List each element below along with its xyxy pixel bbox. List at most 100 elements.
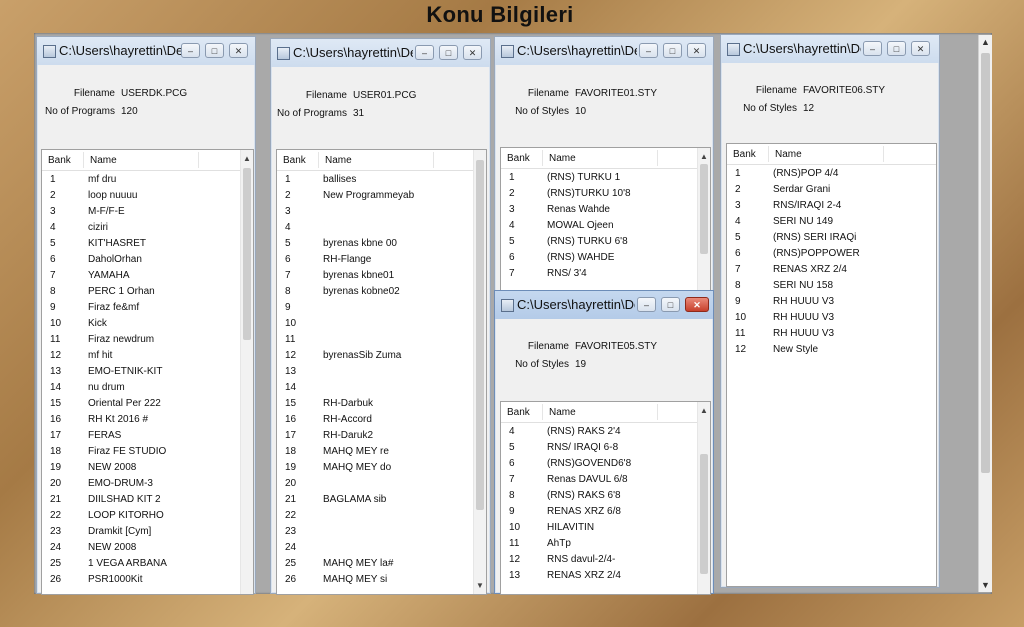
list-item[interactable]: 19 MAHQ MEY do bbox=[277, 460, 473, 476]
list-item[interactable]: 6 DaholOrhan bbox=[42, 252, 240, 268]
list-item[interactable]: 7 byrenas kbne01 bbox=[277, 268, 473, 284]
list-item[interactable]: 24 bbox=[277, 540, 473, 556]
list-item[interactable]: 3 bbox=[277, 204, 473, 220]
window-favorite01[interactable]: C:\Users\hayrettin\Deskt... – □ ✕ Filena… bbox=[494, 36, 714, 299]
list-item[interactable]: 2 New Programmeyab bbox=[277, 188, 473, 204]
list-item[interactable]: 6 (RNS)GOVEND6'8 bbox=[501, 456, 697, 472]
list-item[interactable]: 15 Oriental Per 222 bbox=[42, 396, 240, 412]
list-item[interactable]: 11 RH HUUU V3 bbox=[727, 326, 936, 342]
list-item[interactable]: 19 NEW 2008 bbox=[42, 460, 240, 476]
scroll-thumb[interactable] bbox=[243, 168, 251, 340]
scroll-thumb[interactable] bbox=[700, 454, 708, 574]
list-item[interactable]: 24 NEW 2008 bbox=[42, 540, 240, 556]
list-item[interactable]: 16 RH-Accord bbox=[277, 412, 473, 428]
list-item[interactable]: 5 RNS/ IRAQI 6-8 bbox=[501, 440, 697, 456]
list-item[interactable]: 5 KIT'HASRET bbox=[42, 236, 240, 252]
list-item[interactable]: 13 EMO-ETNIK-KIT bbox=[42, 364, 240, 380]
list-scrollbar[interactable]: ▲ bbox=[240, 150, 253, 594]
list-scrollbar[interactable]: ▲ bbox=[697, 402, 710, 594]
column-bank[interactable]: Bank bbox=[48, 155, 71, 166]
list-item[interactable]: 4 ciziri bbox=[42, 220, 240, 236]
scroll-thumb[interactable] bbox=[981, 53, 990, 473]
list-item[interactable]: 5 (RNS) TURKU 6'8 bbox=[501, 234, 697, 250]
minimize-button[interactable]: – bbox=[181, 43, 200, 58]
list-item[interactable]: 1 mf dru bbox=[42, 172, 240, 188]
list-item[interactable]: 13 bbox=[277, 364, 473, 380]
list-item[interactable]: 11 AhTp bbox=[501, 536, 697, 552]
close-button[interactable]: ✕ bbox=[685, 297, 709, 312]
list-item[interactable]: 8 SERI NU 158 bbox=[727, 278, 936, 294]
list-scrollbar[interactable]: ▼ bbox=[473, 150, 486, 594]
list-item[interactable]: 1 (RNS) TURKU 1 bbox=[501, 170, 697, 186]
list-item[interactable]: 1 ballises bbox=[277, 172, 473, 188]
bank-list[interactable]: Bank Name 1 (RNS)POP 4/4 2 Serdar Grani 3 RNS… bbox=[726, 143, 937, 587]
window-titlebar[interactable]: C:\Users\hayrettin\Deskt... – □ ✕ bbox=[37, 37, 255, 65]
column-bank[interactable]: Bank bbox=[283, 155, 306, 166]
list-item[interactable]: 13 RENAS XRZ 2/4 bbox=[501, 568, 697, 584]
list-item[interactable]: 8 PERC 1 Orhan bbox=[42, 284, 240, 300]
minimize-button[interactable]: – bbox=[415, 45, 434, 60]
desktop-scrollbar[interactable]: ▲ ▼ bbox=[978, 35, 992, 592]
scroll-thumb[interactable] bbox=[476, 160, 484, 510]
list-item[interactable]: 20 EMO-DRUM-3 bbox=[42, 476, 240, 492]
list-item[interactable]: 9 bbox=[277, 300, 473, 316]
list-item[interactable]: 4 (RNS) RAKS 2'4 bbox=[501, 424, 697, 440]
maximize-button[interactable]: □ bbox=[887, 41, 906, 56]
list-item[interactable]: 14 bbox=[277, 380, 473, 396]
list-item[interactable]: 5 (RNS) SERI IRAQi bbox=[727, 230, 936, 246]
bank-list[interactable]: Bank Name 1 (RNS) TURKU 1 2 (RNS)TURKU 10'8… bbox=[500, 147, 711, 299]
list-item[interactable]: 5 byrenas kbne 00 bbox=[277, 236, 473, 252]
list-scrollbar[interactable]: ▲ bbox=[697, 148, 710, 298]
list-item[interactable]: 7 Renas DAVUL 6/8 bbox=[501, 472, 697, 488]
minimize-button[interactable]: – bbox=[639, 43, 658, 58]
window-user01[interactable]: C:\Users\hayrettin\Deskt... – □ ✕ Filena… bbox=[270, 38, 491, 595]
list-item[interactable]: 23 Dramkit [Cym] bbox=[42, 524, 240, 540]
column-bank[interactable]: Bank bbox=[507, 153, 530, 164]
scroll-down-icon[interactable]: ▼ bbox=[979, 578, 992, 592]
close-button[interactable]: ✕ bbox=[463, 45, 482, 60]
list-item[interactable]: 22 LOOP KITORHO bbox=[42, 508, 240, 524]
maximize-button[interactable]: □ bbox=[439, 45, 458, 60]
column-name[interactable]: Name bbox=[90, 155, 117, 166]
column-name[interactable]: Name bbox=[549, 407, 576, 418]
list-item[interactable]: 17 RH-Daruk2 bbox=[277, 428, 473, 444]
list-item[interactable]: 2 loop nuuuu bbox=[42, 188, 240, 204]
bank-list[interactable]: Bank Name 4 (RNS) RAKS 2'4 5 RNS/ IRAQI 6-8… bbox=[500, 401, 711, 595]
column-bank[interactable]: Bank bbox=[507, 407, 530, 418]
column-bank[interactable]: Bank bbox=[733, 149, 756, 160]
list-item[interactable]: 7 RENAS XRZ 2/4 bbox=[727, 262, 936, 278]
scroll-down-icon[interactable]: ▼ bbox=[474, 580, 486, 592]
bank-list[interactable]: Bank Name 1 mf dru 2 loop nuuuu 3 M-F/F-E 4 ciz… bbox=[41, 149, 254, 595]
list-item[interactable]: 11 Firaz newdrum bbox=[42, 332, 240, 348]
list-item[interactable]: 20 bbox=[277, 476, 473, 492]
scroll-thumb[interactable] bbox=[700, 164, 708, 254]
list-item[interactable]: 22 bbox=[277, 508, 473, 524]
column-name[interactable]: Name bbox=[325, 155, 352, 166]
scroll-up-icon[interactable]: ▲ bbox=[979, 35, 992, 49]
list-item[interactable]: 1 (RNS)POP 4/4 bbox=[727, 166, 936, 182]
list-item[interactable]: 23 bbox=[277, 524, 473, 540]
list-item[interactable]: 25 1 VEGA ARBANA bbox=[42, 556, 240, 572]
list-item[interactable]: 11 bbox=[277, 332, 473, 348]
list-item[interactable]: 17 FERAS bbox=[42, 428, 240, 444]
scroll-up-icon[interactable]: ▲ bbox=[241, 153, 253, 165]
list-item[interactable]: 6 (RNS)POPPOWER bbox=[727, 246, 936, 262]
list-item[interactable]: 10 RH HUUU V3 bbox=[727, 310, 936, 326]
list-item[interactable]: 15 RH-Darbuk bbox=[277, 396, 473, 412]
minimize-button[interactable]: – bbox=[637, 297, 656, 312]
column-name[interactable]: Name bbox=[775, 149, 802, 160]
close-button[interactable]: ✕ bbox=[911, 41, 930, 56]
list-item[interactable]: 16 RH Kt 2016 # bbox=[42, 412, 240, 428]
list-item[interactable]: 12 RNS davul-2/4- bbox=[501, 552, 697, 568]
list-item[interactable]: 12 byrenasSib Zuma bbox=[277, 348, 473, 364]
list-item[interactable]: 18 MAHQ MEY re bbox=[277, 444, 473, 460]
list-item[interactable]: 7 YAMAHA bbox=[42, 268, 240, 284]
window-userdk[interactable]: C:\Users\hayrettin\Deskt... – □ ✕ Filena… bbox=[36, 36, 256, 595]
list-item[interactable]: 3 M-F/F-E bbox=[42, 204, 240, 220]
list-item[interactable]: 4 bbox=[277, 220, 473, 236]
list-item[interactable]: 12 mf hit bbox=[42, 348, 240, 364]
window-titlebar[interactable]: C:\Users\hayrettin\Deskt... – □ ✕ bbox=[721, 35, 939, 63]
list-item[interactable]: 14 nu drum bbox=[42, 380, 240, 396]
list-item[interactable]: 8 byrenas kobne02 bbox=[277, 284, 473, 300]
window-titlebar[interactable]: C:\Users\hayrettin\Deskt... – □ ✕ bbox=[271, 39, 490, 67]
